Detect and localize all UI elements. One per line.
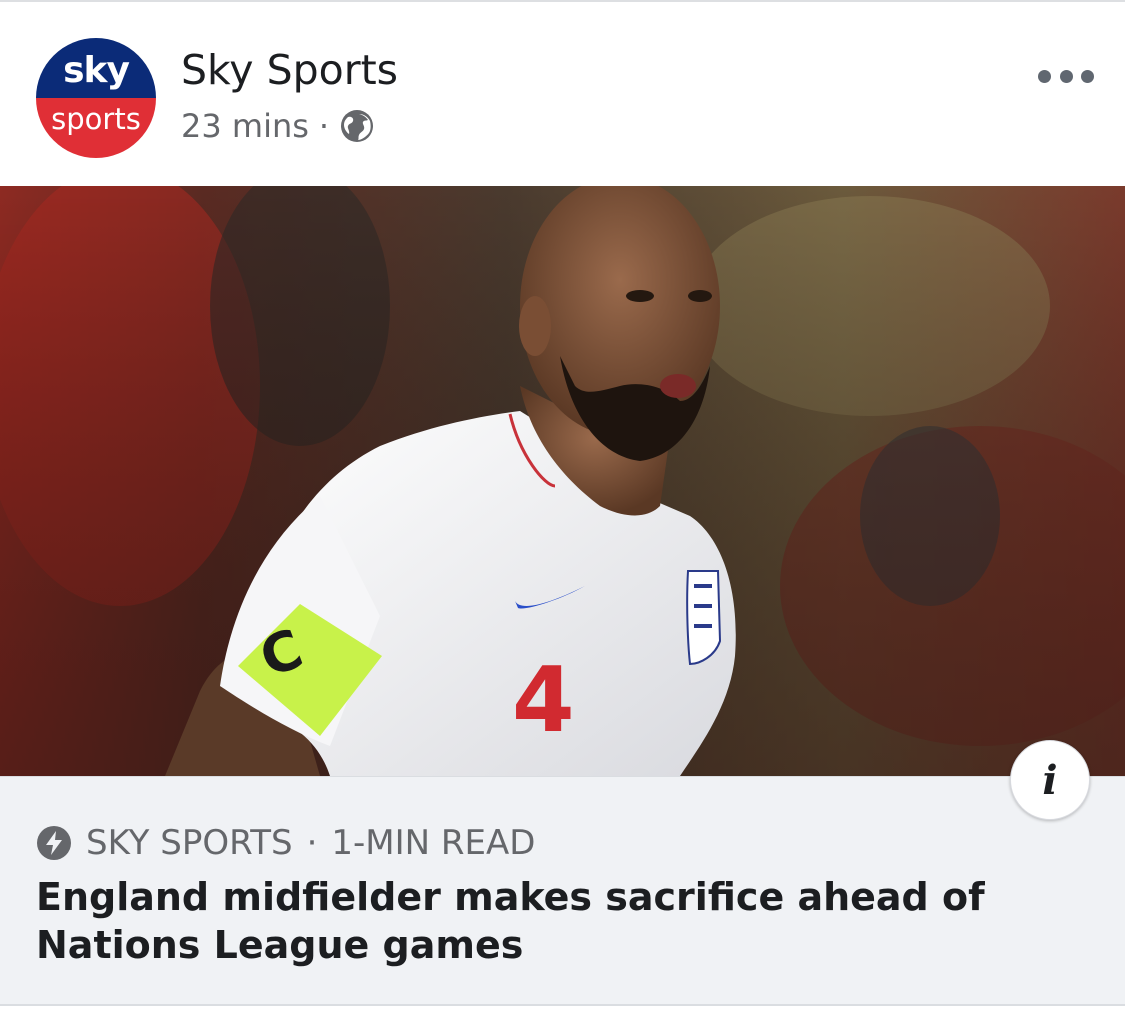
post-header: sky sports Sky Sports 23 mins · bbox=[0, 2, 1125, 186]
link-read-time: 1-MIN READ bbox=[331, 823, 536, 863]
bottom-divider bbox=[0, 1004, 1125, 1006]
article-image[interactable]: C 4 bbox=[0, 186, 1125, 776]
page-name[interactable]: Sky Sports bbox=[181, 46, 398, 94]
more-options-button[interactable] bbox=[1038, 64, 1094, 88]
link-headline[interactable]: England midfielder makes sacrifice ahead… bbox=[36, 873, 1036, 969]
shirt-number: 4 bbox=[512, 648, 575, 753]
link-source-line: SKY SPORTS · 1-MIN READ bbox=[36, 823, 535, 863]
avatar-logo-sports: sports bbox=[51, 102, 141, 136]
post-time[interactable]: 23 mins bbox=[181, 107, 309, 145]
link-preview[interactable]: SKY SPORTS · 1-MIN READ England midfield… bbox=[0, 776, 1125, 1005]
avatar-logo-sky: sky bbox=[63, 50, 130, 91]
lightning-bolt-icon bbox=[37, 826, 71, 860]
post-meta: 23 mins · bbox=[181, 106, 375, 146]
facebook-post: sky sports Sky Sports 23 mins · C 4 i SK… bbox=[0, 0, 1125, 1010]
link-source: SKY SPORTS bbox=[86, 823, 293, 863]
link-separator: · bbox=[306, 823, 318, 863]
meta-separator: · bbox=[318, 107, 330, 145]
info-button[interactable]: i bbox=[1010, 740, 1090, 820]
page-avatar[interactable]: sky sports bbox=[36, 38, 156, 158]
more-horizontal-icon bbox=[1038, 69, 1051, 83]
player-photo: C 4 bbox=[0, 186, 1125, 776]
more-dot bbox=[1081, 69, 1094, 83]
more-dot bbox=[1059, 69, 1073, 83]
globe-icon bbox=[341, 110, 374, 142]
